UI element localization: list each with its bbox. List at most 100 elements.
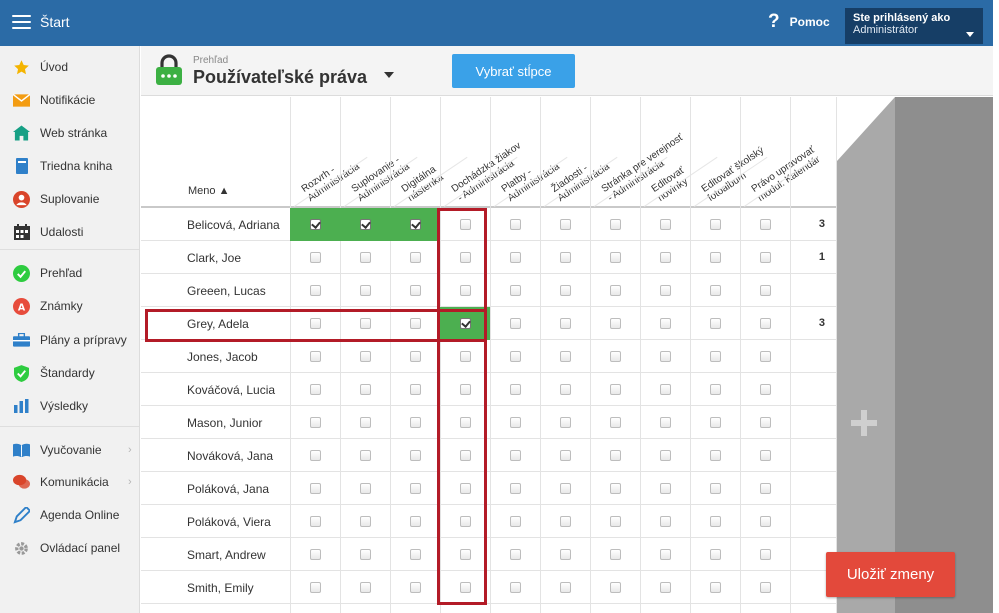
- user-name-cell[interactable]: Clark, Joe: [187, 251, 241, 265]
- user-name-cell[interactable]: Poláková, Viera: [187, 515, 271, 529]
- checkbox[interactable]: [409, 252, 421, 263]
- user-name-cell[interactable]: Kováčová, Lucia: [187, 383, 275, 397]
- checkbox[interactable]: [559, 285, 571, 296]
- checkbox[interactable]: [309, 483, 321, 494]
- user-name-cell[interactable]: Greeen, Lucas: [187, 284, 266, 298]
- checkbox[interactable]: [659, 219, 671, 230]
- checkbox[interactable]: [659, 483, 671, 494]
- checkbox[interactable]: [409, 285, 421, 296]
- sidebar-item[interactable]: Triedna kniha: [0, 152, 139, 180]
- checkbox[interactable]: [309, 516, 321, 527]
- hamburger-menu-icon[interactable]: [12, 15, 31, 30]
- checkbox-checked[interactable]: [409, 219, 421, 230]
- checkbox[interactable]: [709, 582, 721, 593]
- checkbox[interactable]: [359, 252, 371, 263]
- checkbox[interactable]: [409, 384, 421, 395]
- checkbox[interactable]: [359, 285, 371, 296]
- checkbox[interactable]: [759, 483, 771, 494]
- checkbox[interactable]: [759, 549, 771, 560]
- checkbox[interactable]: [709, 351, 721, 362]
- checkbox[interactable]: [709, 252, 721, 263]
- checkbox[interactable]: [309, 549, 321, 560]
- user-name-cell[interactable]: Poláková, Jana: [187, 482, 269, 496]
- checkbox[interactable]: [359, 417, 371, 428]
- checkbox[interactable]: [309, 417, 321, 428]
- checkbox[interactable]: [509, 483, 521, 494]
- checkbox[interactable]: [409, 351, 421, 362]
- sidebar-item[interactable]: Vyučovanie ›: [0, 436, 139, 464]
- checkbox[interactable]: [509, 582, 521, 593]
- checkbox[interactable]: [759, 417, 771, 428]
- checkbox[interactable]: [559, 351, 571, 362]
- checkbox[interactable]: [409, 483, 421, 494]
- checkbox[interactable]: [659, 450, 671, 461]
- sidebar-item[interactable]: Štandardy: [0, 359, 139, 387]
- checkbox[interactable]: [759, 450, 771, 461]
- checkbox[interactable]: [409, 582, 421, 593]
- user-name-cell[interactable]: Nováková, Jana: [187, 449, 273, 463]
- checkbox[interactable]: [559, 549, 571, 560]
- checkbox[interactable]: [659, 285, 671, 296]
- checkbox[interactable]: [609, 450, 621, 461]
- checkbox[interactable]: [609, 252, 621, 263]
- app-title[interactable]: Štart: [40, 14, 70, 30]
- checkbox[interactable]: [409, 516, 421, 527]
- sidebar-item[interactable]: Ovládací panel: [0, 534, 139, 562]
- checkbox[interactable]: [659, 516, 671, 527]
- checkbox[interactable]: [659, 384, 671, 395]
- checkbox[interactable]: [409, 549, 421, 560]
- chevron-down-icon[interactable]: [384, 72, 394, 78]
- checkbox[interactable]: [609, 219, 621, 230]
- checkbox[interactable]: [609, 318, 621, 329]
- checkbox[interactable]: [609, 549, 621, 560]
- sidebar-item[interactable]: Prehľad: [0, 259, 139, 287]
- sidebar-item[interactable]: Úvod: [0, 53, 139, 81]
- checkbox[interactable]: [709, 219, 721, 230]
- sidebar-item[interactable]: Web stránka: [0, 119, 139, 147]
- checkbox[interactable]: [659, 252, 671, 263]
- page-title[interactable]: Používateľské práva: [193, 67, 367, 88]
- sidebar-item[interactable]: A Známky: [0, 292, 139, 320]
- checkbox[interactable]: [359, 450, 371, 461]
- name-column-header[interactable]: Meno ▲: [188, 185, 229, 197]
- checkbox[interactable]: [659, 549, 671, 560]
- checkbox[interactable]: [559, 582, 571, 593]
- checkbox[interactable]: [709, 516, 721, 527]
- sidebar-item[interactable]: Udalosti: [0, 218, 139, 246]
- checkbox[interactable]: [509, 417, 521, 428]
- checkbox[interactable]: [759, 582, 771, 593]
- checkbox[interactable]: [559, 483, 571, 494]
- checkbox[interactable]: [709, 417, 721, 428]
- user-name-cell[interactable]: Smith, Emily: [187, 581, 254, 595]
- checkbox[interactable]: [509, 351, 521, 362]
- checkbox[interactable]: [709, 384, 721, 395]
- checkbox[interactable]: [359, 582, 371, 593]
- checkbox[interactable]: [709, 450, 721, 461]
- user-name-cell[interactable]: Smart, Andrew: [187, 548, 266, 562]
- save-changes-button[interactable]: Uložiť zmeny: [826, 552, 955, 597]
- checkbox[interactable]: [609, 285, 621, 296]
- checkbox[interactable]: [309, 351, 321, 362]
- checkbox[interactable]: [509, 450, 521, 461]
- help-button[interactable]: ? Pomoc: [768, 12, 830, 32]
- user-name-cell[interactable]: Jones, Jacob: [187, 350, 258, 364]
- checkbox[interactable]: [359, 549, 371, 560]
- checkbox[interactable]: [759, 351, 771, 362]
- checkbox[interactable]: [509, 252, 521, 263]
- sidebar-item[interactable]: Suplovanie: [0, 185, 139, 213]
- sidebar-item[interactable]: Výsledky: [0, 392, 139, 420]
- checkbox[interactable]: [559, 318, 571, 329]
- select-columns-button[interactable]: Vybrať stĺpce: [452, 54, 575, 88]
- checkbox[interactable]: [659, 417, 671, 428]
- sidebar-item[interactable]: Agenda Online: [0, 501, 139, 529]
- checkbox[interactable]: [609, 384, 621, 395]
- checkbox[interactable]: [609, 582, 621, 593]
- checkbox[interactable]: [759, 219, 771, 230]
- checkbox[interactable]: [509, 384, 521, 395]
- user-name-cell[interactable]: Mason, Junior: [187, 416, 262, 430]
- checkbox[interactable]: [309, 252, 321, 263]
- checkbox[interactable]: [409, 450, 421, 461]
- checkbox[interactable]: [509, 549, 521, 560]
- checkbox[interactable]: [659, 318, 671, 329]
- checkbox[interactable]: [309, 384, 321, 395]
